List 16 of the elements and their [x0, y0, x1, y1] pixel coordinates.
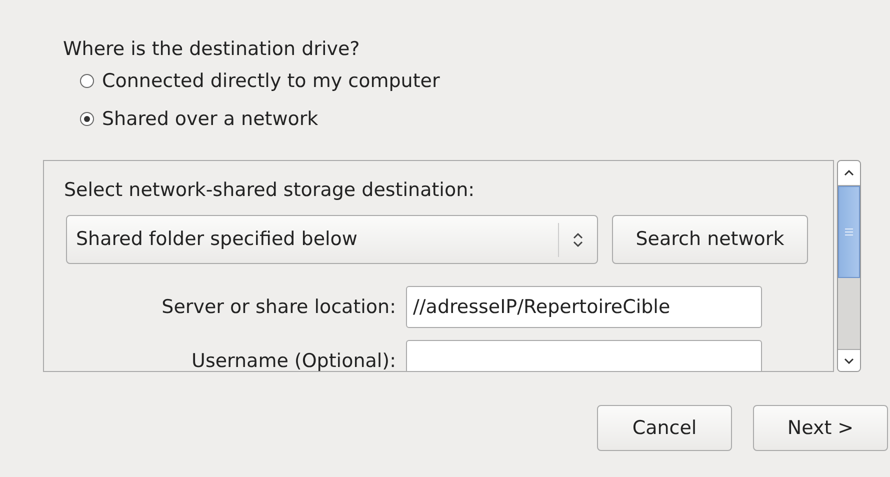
cancel-button[interactable]: Cancel	[597, 405, 732, 451]
radio-label[interactable]: Connected directly to my computer	[102, 66, 440, 96]
text-field[interactable]: //adresseIP/RepertoireCible	[406, 286, 762, 328]
radio-button[interactable]	[80, 112, 94, 126]
panel-heading: Select network-shared storage destination:	[64, 178, 476, 203]
question-label: Where is the destination drive?	[63, 37, 361, 62]
field-label: Username (Optional):	[190, 348, 396, 371]
next-button[interactable]: Next >	[753, 405, 888, 451]
radio-button[interactable]	[80, 74, 94, 88]
search-network-button[interactable]: Search network	[612, 215, 808, 264]
field-label: Server or share location:	[160, 294, 396, 320]
scrollbar[interactable]	[837, 160, 861, 372]
scrollbar-thumb[interactable]	[838, 186, 860, 278]
dropdown[interactable]: Shared folder specified below	[66, 215, 598, 264]
text-field[interactable]	[406, 340, 762, 371]
radio-label[interactable]: Shared over a network	[102, 104, 318, 134]
